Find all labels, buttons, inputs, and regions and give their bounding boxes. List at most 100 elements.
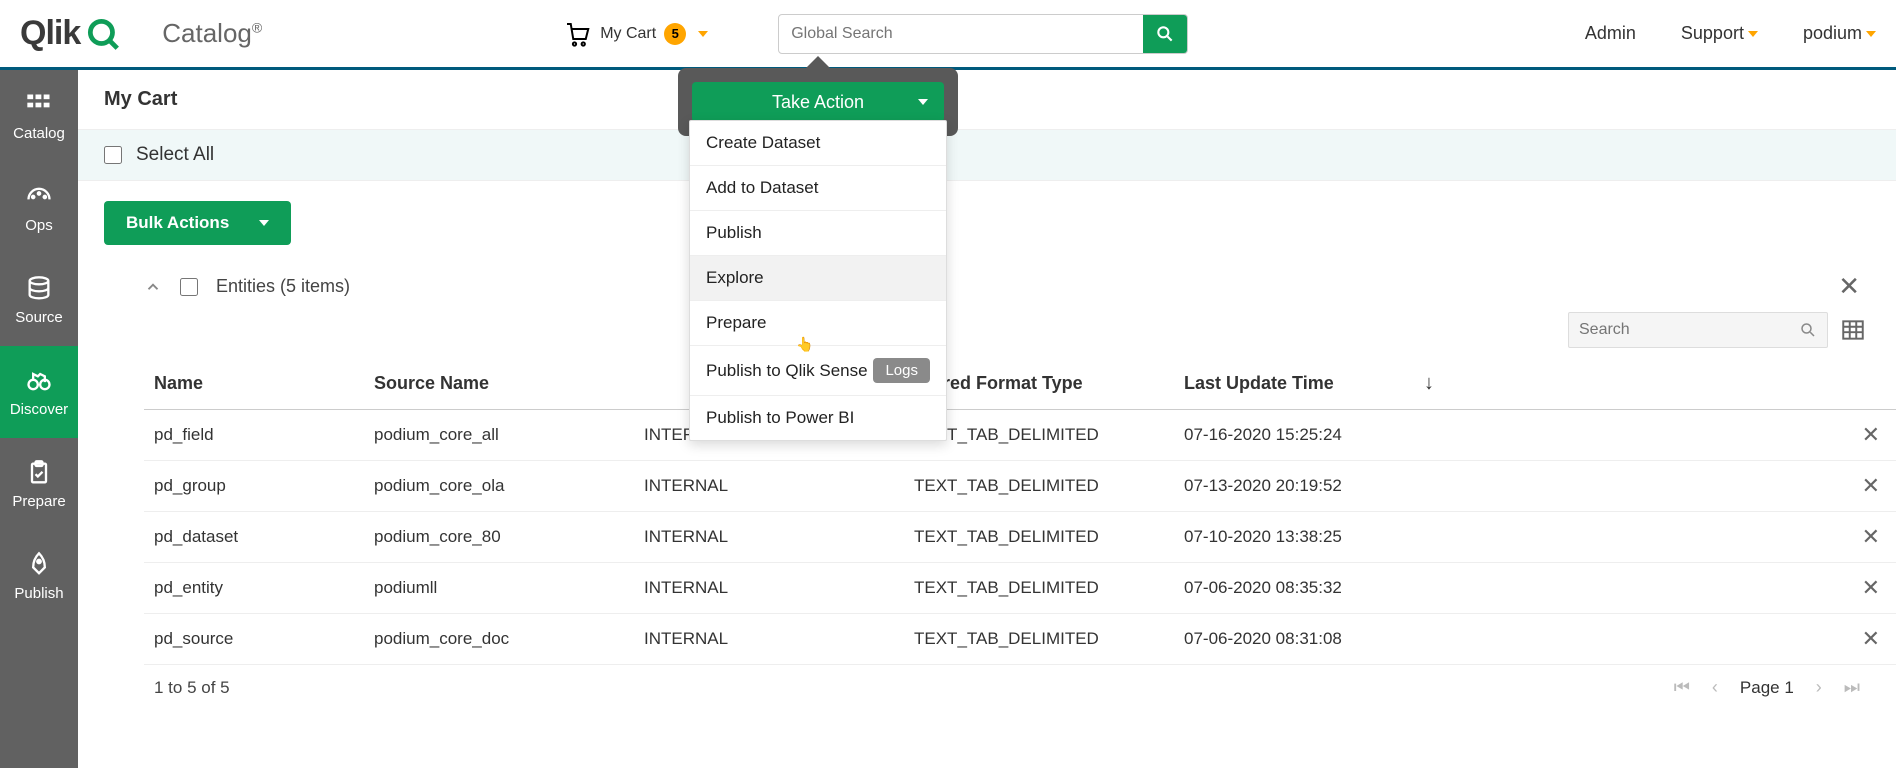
global-search-button[interactable] — [1143, 15, 1187, 53]
page-title: My Cart — [78, 70, 1896, 129]
caret-down-icon — [918, 99, 928, 105]
logo-icon — [84, 15, 122, 53]
columns-icon[interactable] — [1840, 317, 1866, 343]
next-page-button[interactable]: › — [1816, 677, 1822, 698]
cell-last-update: 07-13-2020 20:19:52 — [1174, 461, 1414, 512]
col-last-update[interactable]: Last Update Time — [1174, 358, 1414, 410]
sidebar-item-publish[interactable]: Publish — [0, 530, 78, 622]
menu-label: Publish to Power BI — [706, 408, 854, 428]
cell-stored-format: TEXT_TAB_DELIMITED — [904, 614, 1174, 665]
remove-row-icon[interactable]: ✕ — [1862, 575, 1880, 600]
menu-create-dataset[interactable]: Create Dataset — [690, 121, 946, 166]
cell-last-update: 07-16-2020 15:25:24 — [1174, 410, 1414, 461]
sidebar-item-ops[interactable]: Ops — [0, 162, 78, 254]
select-all-label: Select All — [136, 144, 214, 166]
remove-row-icon[interactable]: ✕ — [1862, 524, 1880, 549]
menu-add-to-dataset[interactable]: Add to Dataset — [690, 166, 946, 211]
admin-link[interactable]: Admin — [1585, 23, 1636, 44]
cell-last-update: 07-06-2020 08:35:32 — [1174, 563, 1414, 614]
select-all-checkbox[interactable] — [104, 146, 122, 164]
menu-publish-powerbi[interactable]: Publish to Power BI — [690, 396, 946, 440]
table-row[interactable]: pd_fieldpodium_core_allINTERNALTEXT_TAB_… — [144, 410, 1896, 461]
global-search-input[interactable] — [779, 25, 1143, 43]
sidebar-item-catalog[interactable]: Catalog — [0, 70, 78, 162]
entities-group-label: Entities (5 items) — [216, 276, 350, 297]
menu-label: Publish — [706, 223, 762, 243]
table-search[interactable] — [1568, 312, 1828, 348]
cell-name: pd_field — [144, 410, 364, 461]
table-row[interactable]: pd_sourcepodium_core_docINTERNALTEXT_TAB… — [144, 614, 1896, 665]
entities-group-checkbox[interactable] — [180, 278, 198, 296]
sort-indicator[interactable]: ↓ — [1414, 358, 1896, 410]
col-name[interactable]: Name — [144, 358, 364, 410]
col-source-name[interactable]: Source Name — [364, 358, 634, 410]
caret-down-icon — [1866, 31, 1876, 37]
entities-table: Name Source Name Stored Format Type Last… — [144, 358, 1896, 665]
close-group-icon[interactable]: ✕ — [1838, 271, 1860, 302]
cell-last-update: 07-06-2020 08:31:08 — [1174, 614, 1414, 665]
table-search-input[interactable] — [1579, 321, 1799, 339]
prev-page-button[interactable]: ‹ — [1712, 677, 1718, 698]
cell-source-name: podium_core_all — [364, 410, 634, 461]
cell-source-type: INTERNAL — [634, 563, 904, 614]
sidebar-item-source[interactable]: Source — [0, 254, 78, 346]
menu-label: Add to Dataset — [706, 178, 818, 198]
page-label: Page 1 — [1740, 678, 1794, 698]
menu-publish-qlik[interactable]: Publish to Qlik Sense Logs — [690, 346, 946, 396]
main-content: My Cart Select All Bulk Actions Entities… — [78, 70, 1896, 768]
bulk-actions-button[interactable]: Bulk Actions — [104, 201, 291, 245]
cell-source-name: podium_core_80 — [364, 512, 634, 563]
menu-label: Publish to Qlik Sense — [706, 361, 868, 381]
table-row[interactable]: pd_entitypodiumllINTERNALTEXT_TAB_DELIMI… — [144, 563, 1896, 614]
take-action-menu: Create Dataset Add to Dataset Publish Ex… — [689, 120, 947, 441]
menu-publish[interactable]: Publish — [690, 211, 946, 256]
remove-row-icon[interactable]: ✕ — [1862, 422, 1880, 447]
sidebar-item-label: Catalog — [13, 125, 65, 142]
sidebar: Catalog Ops Source Discover Prepare Publ… — [0, 70, 78, 768]
table-row[interactable]: pd_datasetpodium_core_80INTERNALTEXT_TAB… — [144, 512, 1896, 563]
remove-row-icon[interactable]: ✕ — [1862, 626, 1880, 651]
entities-group-header: Entities (5 items) ✕ — [144, 271, 1870, 302]
clipboard-icon — [25, 459, 53, 487]
pager: ⏮ ‹ Page 1 › ⏭ — [1674, 677, 1860, 698]
sidebar-item-discover[interactable]: Discover — [0, 346, 78, 438]
take-action-button[interactable]: Take Action — [692, 82, 944, 122]
my-cart-dropdown[interactable]: My Cart 5 — [562, 19, 708, 49]
menu-prepare[interactable]: Prepare — [690, 301, 946, 346]
menu-label: Explore — [706, 268, 764, 288]
product-name: Catalog® — [162, 18, 262, 49]
last-page-button[interactable]: ⏭ — [1844, 677, 1860, 698]
cell-stored-format: TEXT_TAB_DELIMITED — [904, 461, 1174, 512]
logo[interactable]: Qlik — [20, 14, 122, 53]
table-footer: 1 to 5 of 5 ⏮ ‹ Page 1 › ⏭ — [144, 665, 1870, 710]
sidebar-item-prepare[interactable]: Prepare — [0, 438, 78, 530]
rocket-icon — [25, 551, 53, 579]
cart-label: My Cart — [600, 25, 656, 43]
binoculars-icon — [25, 367, 53, 395]
support-dropdown[interactable]: Support — [1681, 23, 1758, 44]
database-icon — [25, 275, 53, 303]
sidebar-item-label: Prepare — [12, 493, 65, 510]
user-dropdown[interactable]: podium — [1803, 23, 1876, 44]
table-header-row: Name Source Name Stored Format Type Last… — [144, 358, 1896, 410]
cell-source-type: INTERNAL — [634, 614, 904, 665]
table-row[interactable]: pd_grouppodium_core_olaINTERNALTEXT_TAB_… — [144, 461, 1896, 512]
first-page-button[interactable]: ⏮ — [1674, 677, 1690, 698]
menu-explore[interactable]: Explore — [690, 256, 946, 301]
cart-icon — [562, 19, 592, 49]
cell-name: pd_dataset — [144, 512, 364, 563]
remove-row-icon[interactable]: ✕ — [1862, 473, 1880, 498]
cell-name: pd_source — [144, 614, 364, 665]
cell-name: pd_group — [144, 461, 364, 512]
logs-button[interactable]: Logs — [873, 358, 930, 383]
caret-down-icon — [1748, 31, 1758, 37]
chevron-up-icon[interactable] — [144, 278, 162, 296]
cell-source-name: podium_core_doc — [364, 614, 634, 665]
popover-frame: Take Action Create Dataset Add to Datase… — [678, 68, 958, 136]
cell-last-update: 07-10-2020 13:38:25 — [1174, 512, 1414, 563]
sidebar-item-label: Source — [15, 309, 63, 326]
global-search[interactable] — [778, 14, 1188, 54]
take-action-popover: Take Action Create Dataset Add to Datase… — [678, 56, 958, 136]
caret-down-icon — [259, 220, 269, 226]
row-range-label: 1 to 5 of 5 — [154, 678, 230, 698]
